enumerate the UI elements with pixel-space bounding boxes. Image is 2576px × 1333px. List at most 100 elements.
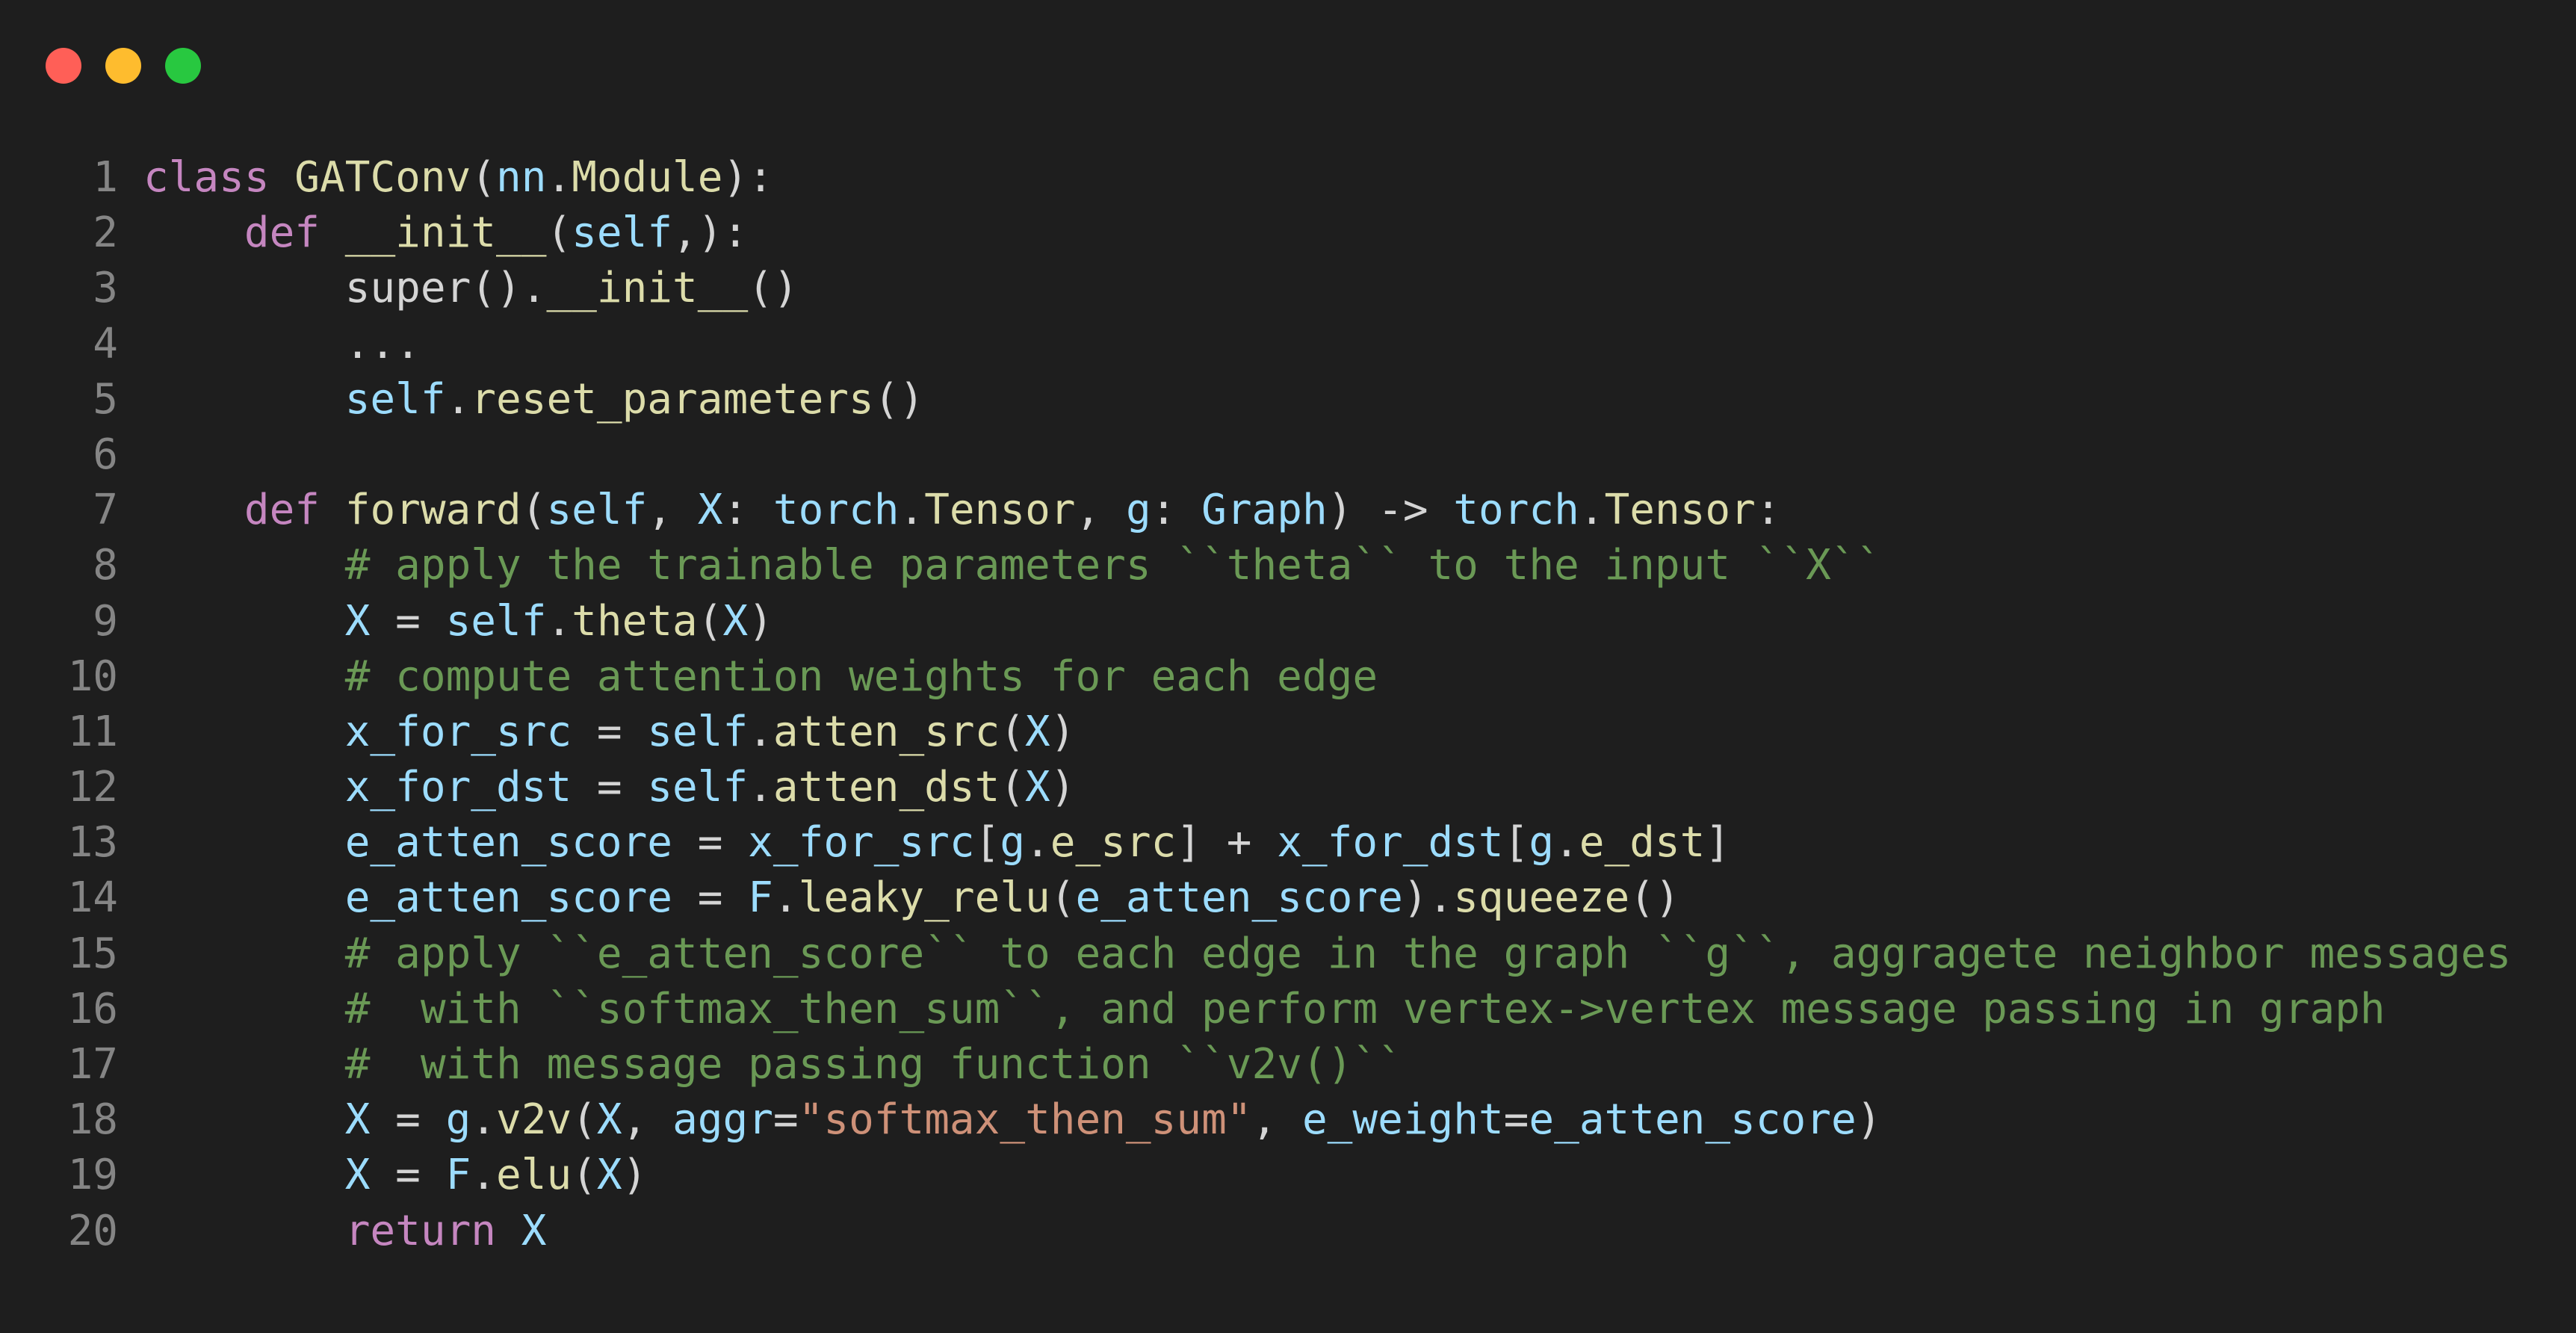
close-button[interactable]	[46, 48, 81, 84]
code-text: # apply the trainable parameters ``theta…	[143, 538, 1882, 593]
code-token: g	[445, 1095, 471, 1145]
code-token: e_weight	[1301, 1095, 1504, 1145]
code-line: 11 x_for_src = self.atten_src(X)	[0, 705, 2511, 760]
line-number: 14	[67, 873, 118, 923]
code-token: .	[1554, 818, 1579, 867]
code-token: super().	[143, 264, 547, 313]
code-token: g	[1000, 818, 1026, 867]
code-token: e_src	[1050, 818, 1177, 867]
code-line: 4 ...	[0, 317, 2511, 372]
code-token: ()	[1629, 873, 1680, 923]
code-line: 2 def __init__(self,):	[0, 205, 2511, 261]
code-token: nn	[496, 153, 547, 202]
code-token: (	[521, 486, 547, 535]
code-token: theta	[572, 596, 698, 646]
line-number: 11	[67, 707, 118, 756]
code-editor[interactable]: 1 class GATConv(nn.Module): 2 def __init__…	[0, 150, 2512, 1259]
line-number: 20	[67, 1206, 118, 1255]
code-token: (	[471, 153, 497, 202]
code-line: 6	[0, 427, 2511, 483]
code-token: (	[572, 1151, 597, 1200]
code-token: X	[1025, 763, 1050, 812]
code-token: .	[748, 763, 773, 812]
line-number: 15	[67, 929, 118, 978]
line-number: 17	[67, 1040, 118, 1089]
code-line: 9 X = self.theta(X)	[0, 594, 2511, 649]
code-line: 13 e_atten_score = x_for_src[g.e_src] + …	[0, 815, 2511, 870]
code-token: e_atten_score	[344, 873, 673, 923]
line-number: 1	[93, 153, 118, 202]
code-text: x_for_dst = self.atten_dst(X)	[143, 760, 1076, 815]
code-token: (	[1050, 873, 1076, 923]
code-text: # apply ``e_atten_score`` to each edge i…	[143, 927, 2511, 982]
code-token: =	[672, 873, 749, 923]
code-text: e_atten_score = x_for_src[g.e_src] + x_f…	[143, 815, 1730, 870]
code-token: __init__	[344, 208, 547, 258]
code-text: e_atten_score = F.leaky_relu(e_atten_sco…	[143, 870, 1680, 926]
line-number: 9	[93, 596, 118, 646]
code-text: def __init__(self,):	[143, 205, 748, 261]
code-token: )	[622, 1151, 648, 1200]
code-token: ]	[1705, 818, 1731, 867]
code-text: x_for_src = self.atten_src(X)	[143, 705, 1076, 760]
code-token: return	[344, 1206, 497, 1255]
code-line: 7 def forward(self, X: torch.Tensor, g: …	[0, 483, 2511, 538]
code-token: )	[1856, 1095, 1882, 1145]
code-token: .	[445, 374, 471, 424]
code-token: leaky_relu	[798, 873, 1050, 923]
minimize-button[interactable]	[105, 48, 141, 84]
code-token: x_for_dst	[1277, 818, 1504, 867]
code-line: 14 e_atten_score = F.leaky_relu(e_atten_…	[0, 870, 2511, 926]
code-token: ] +	[1176, 818, 1278, 867]
code-token: g	[1529, 818, 1555, 867]
code-token: x_for_src	[748, 818, 975, 867]
code-token: F	[445, 1151, 471, 1200]
code-line: 1 class GATConv(nn.Module):	[0, 150, 2511, 205]
code-text: self.reset_parameters()	[143, 372, 924, 427]
window-controls	[46, 48, 201, 84]
code-token: =	[370, 1095, 446, 1145]
code-token: =	[572, 707, 648, 756]
code-text: ...	[143, 317, 421, 372]
code-token: .	[899, 486, 925, 535]
code-token: "softmax_then_sum"	[798, 1095, 1252, 1145]
code-token: # apply the trainable parameters ``theta…	[344, 541, 1882, 590]
code-token: x_for_src	[344, 707, 572, 756]
code-token: class	[143, 153, 270, 202]
line-number: 8	[93, 541, 118, 590]
code-token: Tensor	[924, 486, 1076, 535]
code-token: self	[572, 208, 673, 258]
line-number: 6	[93, 430, 118, 479]
code-token: =	[370, 596, 446, 646]
line-number: 2	[93, 208, 118, 258]
code-token: self	[647, 763, 749, 812]
code-token: X	[697, 486, 723, 535]
code-token: def	[244, 486, 321, 535]
code-text: # compute attention weights for each edg…	[143, 649, 1378, 705]
code-token: torch	[1453, 486, 1579, 535]
line-number: 12	[67, 763, 118, 812]
code-text: # with ``softmax_then_sum``, and perform…	[143, 982, 2385, 1037]
code-token: =	[1503, 1095, 1529, 1145]
code-token: squeeze	[1453, 873, 1630, 923]
code-token: [	[974, 818, 1000, 867]
maximize-button[interactable]	[165, 48, 201, 84]
code-token: (	[697, 596, 723, 646]
code-token: X	[344, 1151, 371, 1200]
code-token: g	[1125, 486, 1151, 535]
line-number: 5	[93, 374, 118, 424]
code-token: ,):	[672, 208, 749, 258]
code-token: ).	[1402, 873, 1454, 923]
code-token: GATConv	[294, 153, 471, 202]
code-window: 1 class GATConv(nn.Module): 2 def __init__…	[0, 0, 2576, 1333]
code-token: ) ->	[1327, 486, 1454, 535]
